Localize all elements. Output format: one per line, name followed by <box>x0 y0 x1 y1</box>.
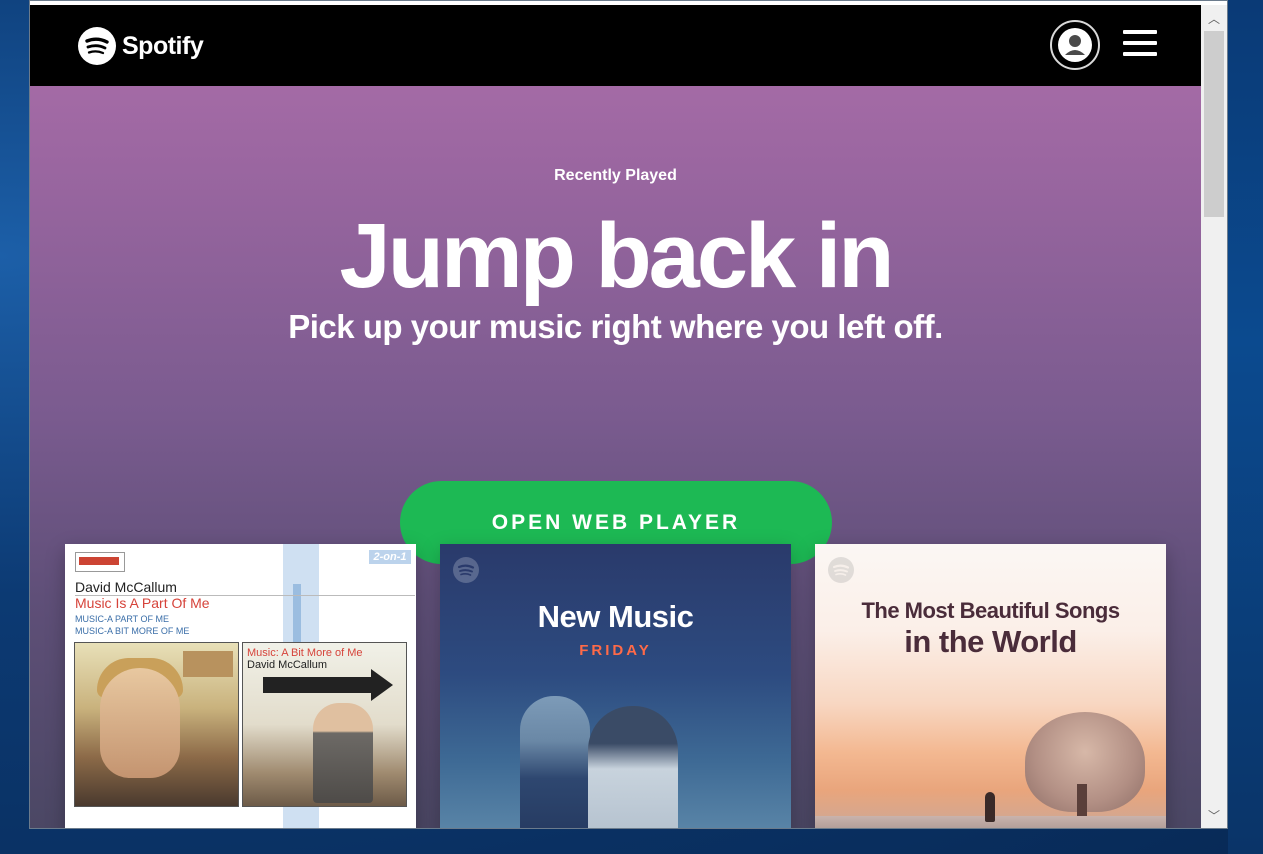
album-title: Music Is A Part Of Me <box>75 595 210 611</box>
record-label-logo <box>75 552 125 572</box>
vertical-scrollbar[interactable]: ︿ ﹀ <box>1201 5 1227 828</box>
album-subtitle-1: MUSIC-A PART OF ME <box>75 614 170 624</box>
brand-name: Spotify <box>122 31 204 60</box>
menu-bar-3 <box>1123 52 1157 56</box>
inner-cover-artist: David McCallum <box>247 659 328 671</box>
album-card-david-mccallum[interactable]: 2-on-1 David McCallum Music Is A Part Of… <box>65 544 416 828</box>
cover-badge: 2-on-1 <box>369 550 411 564</box>
person-figure <box>520 696 590 828</box>
playlist-title: New Music <box>537 599 694 634</box>
playlist-card-new-music-friday[interactable]: New Music FRIDAY <box>440 544 791 828</box>
playlist-title-line-2: in the World <box>904 624 1077 659</box>
page-headline: Jump back in <box>339 205 895 307</box>
desktop-background <box>1228 0 1263 854</box>
album-subtitle-2: MUSIC-A BIT MORE OF ME <box>75 626 190 636</box>
scroll-down-icon[interactable]: ﹀ <box>1201 804 1227 826</box>
inner-cover-title: Music: A Bit More of Me <box>247 647 363 659</box>
spotify-logo[interactable]: Spotify <box>78 26 204 66</box>
top-navigation-bar: Spotify <box>30 5 1201 86</box>
person-silhouette <box>985 792 995 822</box>
hamburger-menu-icon[interactable] <box>1123 30 1157 60</box>
playlist-card-most-beautiful-songs[interactable]: The Most Beautiful Songs in the World <box>815 544 1166 828</box>
arrow-head-graphic <box>371 669 393 701</box>
cover-photo <box>510 684 740 828</box>
playlist-title-line-1: The Most Beautiful Songs <box>861 598 1120 623</box>
spotify-logo-icon <box>78 27 116 65</box>
scrollbar-thumb[interactable] <box>1204 31 1224 217</box>
recently-played-cards: 2-on-1 David McCallum Music Is A Part Of… <box>65 544 1170 828</box>
spotify-badge-icon <box>453 557 479 583</box>
page-subhead: Pick up your music right where you left … <box>288 308 943 345</box>
inner-album-cover-1 <box>74 642 239 807</box>
inner-cover-title-block <box>183 651 233 677</box>
spotify-badge-icon <box>828 557 854 583</box>
scroll-up-icon[interactable]: ︿ <box>1201 7 1227 29</box>
user-avatar-icon <box>1058 28 1092 62</box>
account-button[interactable] <box>1050 20 1100 70</box>
portrait-figure <box>313 703 373 803</box>
browser-window: Spotify Recently Played Jump back in Pic… <box>29 0 1228 829</box>
menu-bar-1 <box>1123 30 1157 34</box>
person-figure <box>588 706 678 828</box>
section-eyebrow: Recently Played <box>554 167 677 184</box>
page-viewport: Spotify Recently Played Jump back in Pic… <box>30 5 1201 828</box>
inner-album-cover-2: Music: A Bit More of Me David McCallum <box>242 642 407 807</box>
playlist-subtitle: FRIDAY <box>579 642 652 659</box>
menu-bar-2 <box>1123 41 1157 45</box>
arrow-graphic <box>263 677 373 693</box>
album-artist: David McCallum <box>75 579 177 595</box>
portrait-face <box>100 668 180 778</box>
